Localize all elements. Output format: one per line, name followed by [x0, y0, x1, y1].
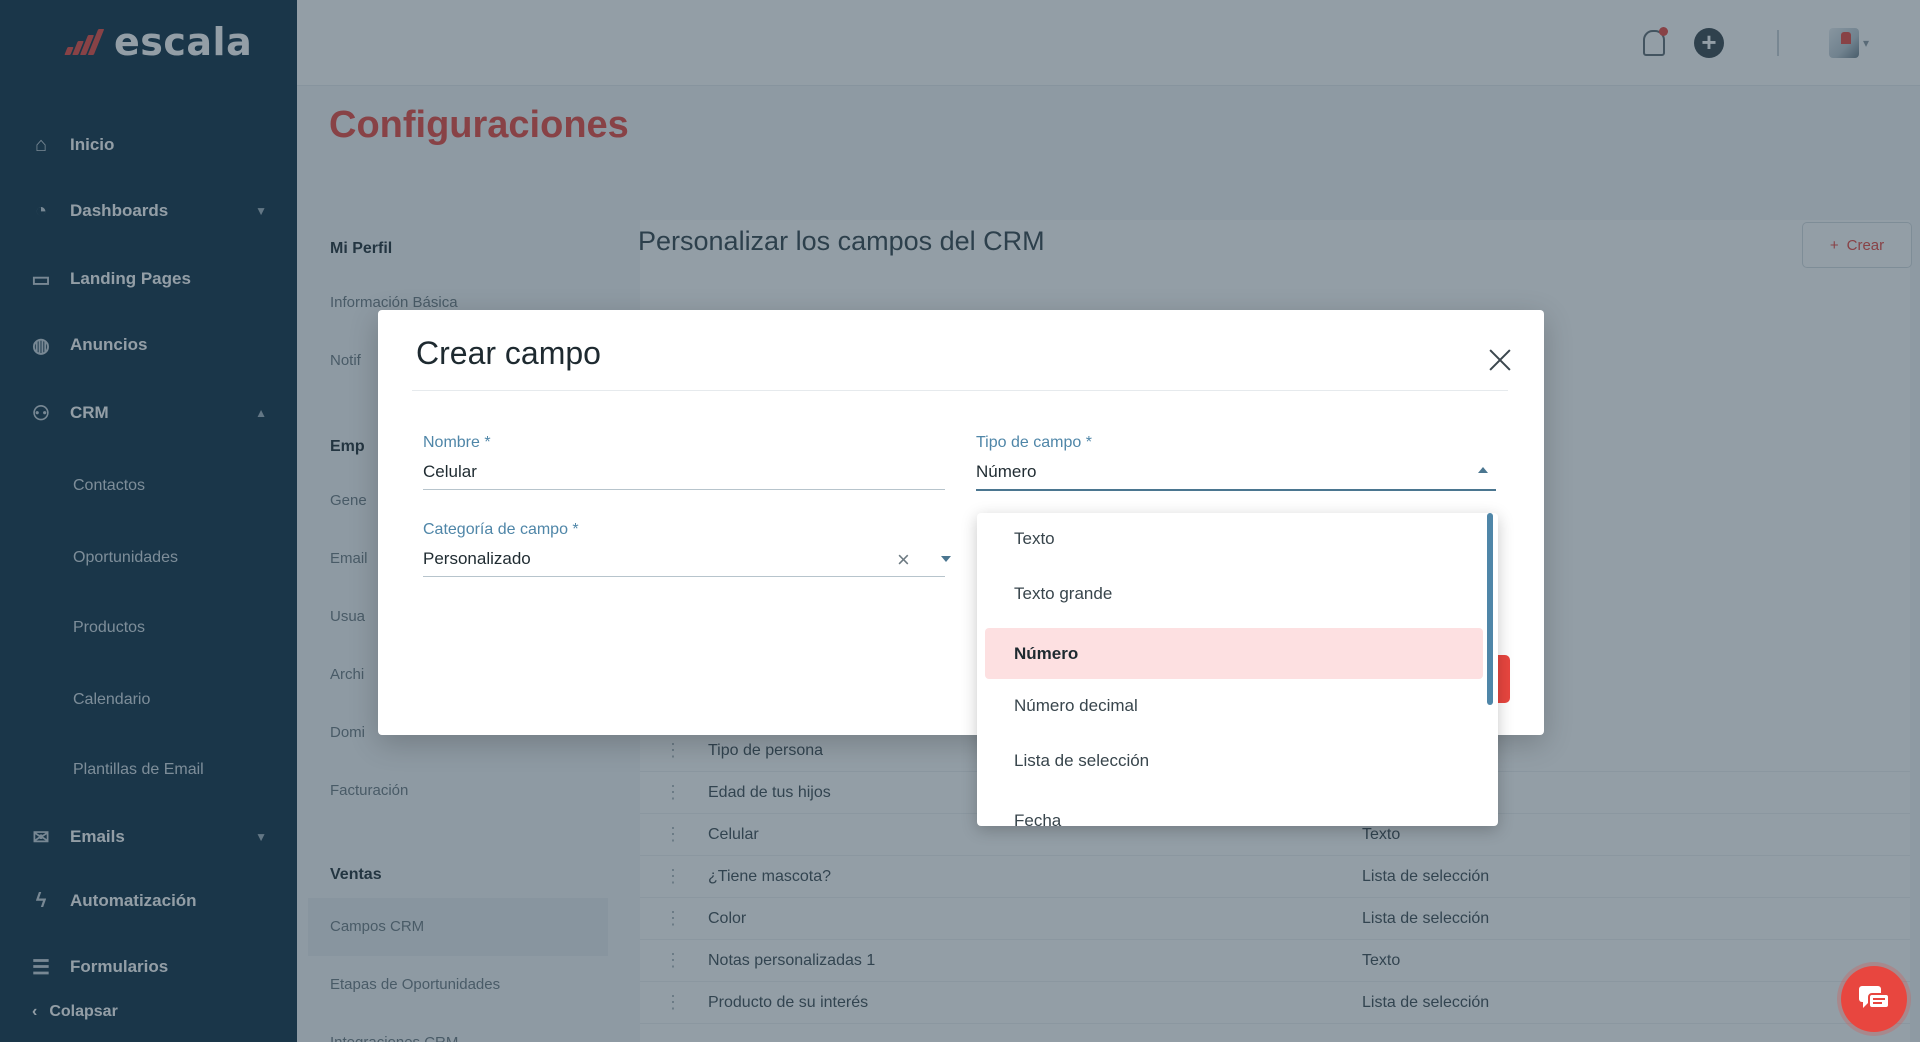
- caret-up-icon[interactable]: [1478, 467, 1488, 473]
- dropdown-option-fecha[interactable]: Fecha: [985, 795, 1483, 827]
- chat-icon: [1859, 986, 1890, 1009]
- categoria-value[interactable]: Personalizado: [423, 549, 531, 569]
- nombre-label: Nombre *: [423, 434, 491, 451]
- tipo-label: Tipo de campo *: [976, 434, 1092, 451]
- close-icon[interactable]: [1486, 346, 1514, 374]
- field-underline: [423, 576, 945, 577]
- dropdown-option-lista-seleccion[interactable]: Lista de selección: [985, 735, 1483, 786]
- field-underline: [976, 489, 1496, 491]
- caret-down-icon[interactable]: [941, 556, 951, 562]
- modal-divider: [412, 390, 1508, 391]
- dropdown-option-texto-grande[interactable]: Texto grande: [985, 568, 1483, 619]
- tipo-de-campo-dropdown: Texto Texto grande Número Número decimal…: [977, 513, 1498, 826]
- dropdown-scrollbar[interactable]: [1487, 513, 1493, 705]
- clear-icon[interactable]: ×: [897, 547, 910, 573]
- dropdown-option-numero-decimal[interactable]: Número decimal: [985, 680, 1483, 731]
- modal-title: Crear campo: [416, 335, 601, 371]
- categoria-label: Categoría de campo *: [423, 521, 579, 538]
- tipo-value[interactable]: Número: [976, 462, 1036, 482]
- dropdown-option-texto[interactable]: Texto: [985, 513, 1483, 564]
- nombre-value[interactable]: Celular: [423, 462, 477, 482]
- chat-launcher-button[interactable]: [1841, 966, 1907, 1032]
- field-underline: [423, 489, 945, 490]
- dropdown-option-numero[interactable]: Número: [985, 628, 1483, 679]
